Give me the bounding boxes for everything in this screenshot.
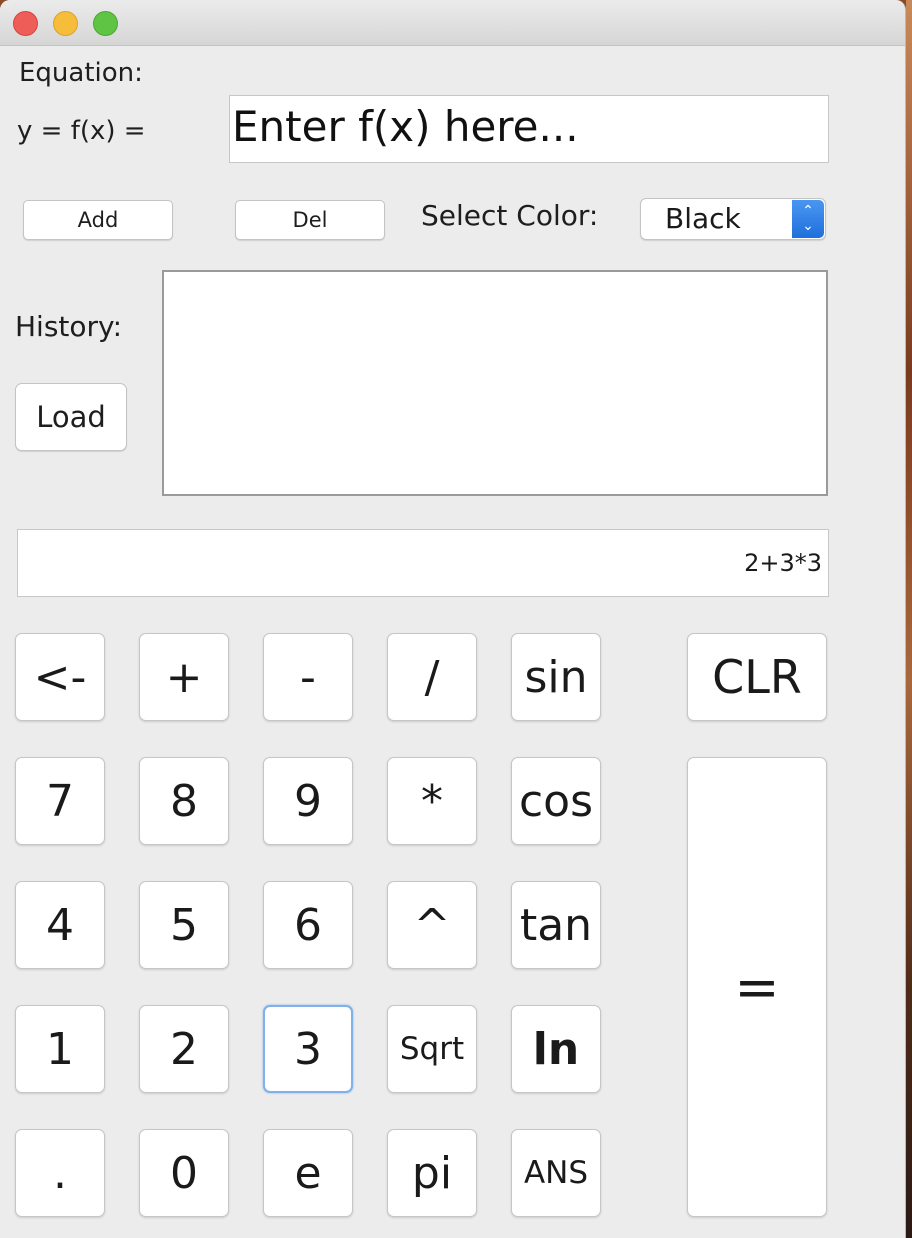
equation-input[interactable]: Enter f(x) here... xyxy=(229,95,829,163)
chevron-up-down-icon: ⌃ ⌄ xyxy=(792,200,824,238)
color-select-value: Black xyxy=(665,202,741,235)
calculator-display: 2+3*3 xyxy=(17,529,829,597)
key-2[interactable]: 2 xyxy=(139,1005,229,1093)
key-6[interactable]: 6 xyxy=(263,881,353,969)
key-pi[interactable]: pi xyxy=(387,1129,477,1217)
key-power[interactable]: ^ xyxy=(387,881,477,969)
desktop-background xyxy=(906,0,912,1238)
history-label: History: xyxy=(15,310,123,343)
history-list[interactable] xyxy=(162,270,828,496)
close-window-button[interactable] xyxy=(13,11,38,36)
add-button[interactable]: Add xyxy=(23,200,173,240)
key-3[interactable]: 3 xyxy=(263,1005,353,1093)
color-select[interactable]: Black ⌃ ⌄ xyxy=(640,198,826,240)
load-button[interactable]: Load xyxy=(15,383,127,451)
clear-button[interactable]: CLR xyxy=(687,633,827,721)
key-cos[interactable]: cos xyxy=(511,757,601,845)
key-8[interactable]: 8 xyxy=(139,757,229,845)
key-4[interactable]: 4 xyxy=(15,881,105,969)
key-divide[interactable]: / xyxy=(387,633,477,721)
key-7[interactable]: 7 xyxy=(15,757,105,845)
fx-label: y = f(x) = xyxy=(17,116,146,146)
key-ans[interactable]: ANS xyxy=(511,1129,601,1217)
key-9[interactable]: 9 xyxy=(263,757,353,845)
key-multiply[interactable]: * xyxy=(387,757,477,845)
select-color-label: Select Color: xyxy=(421,199,599,232)
zoom-window-button[interactable] xyxy=(93,11,118,36)
key-1[interactable]: 1 xyxy=(15,1005,105,1093)
calculator-window: Equation: y = f(x) = Enter f(x) here... … xyxy=(0,0,906,1238)
title-bar xyxy=(0,0,905,46)
key-sqrt[interactable]: Sqrt xyxy=(387,1005,477,1093)
key-ln[interactable]: ln xyxy=(511,1005,601,1093)
key-sin[interactable]: sin xyxy=(511,633,601,721)
key-decimal[interactable]: . xyxy=(15,1129,105,1217)
key-backspace[interactable]: <- xyxy=(15,633,105,721)
key-e[interactable]: e xyxy=(263,1129,353,1217)
key-0[interactable]: 0 xyxy=(139,1129,229,1217)
key-tan[interactable]: tan xyxy=(511,881,601,969)
minimize-window-button[interactable] xyxy=(53,11,78,36)
key-minus[interactable]: - xyxy=(263,633,353,721)
key-5[interactable]: 5 xyxy=(139,881,229,969)
equation-label: Equation: xyxy=(19,58,143,88)
delete-button[interactable]: Del xyxy=(235,200,385,240)
equals-button[interactable]: = xyxy=(687,757,827,1217)
key-plus[interactable]: + xyxy=(139,633,229,721)
